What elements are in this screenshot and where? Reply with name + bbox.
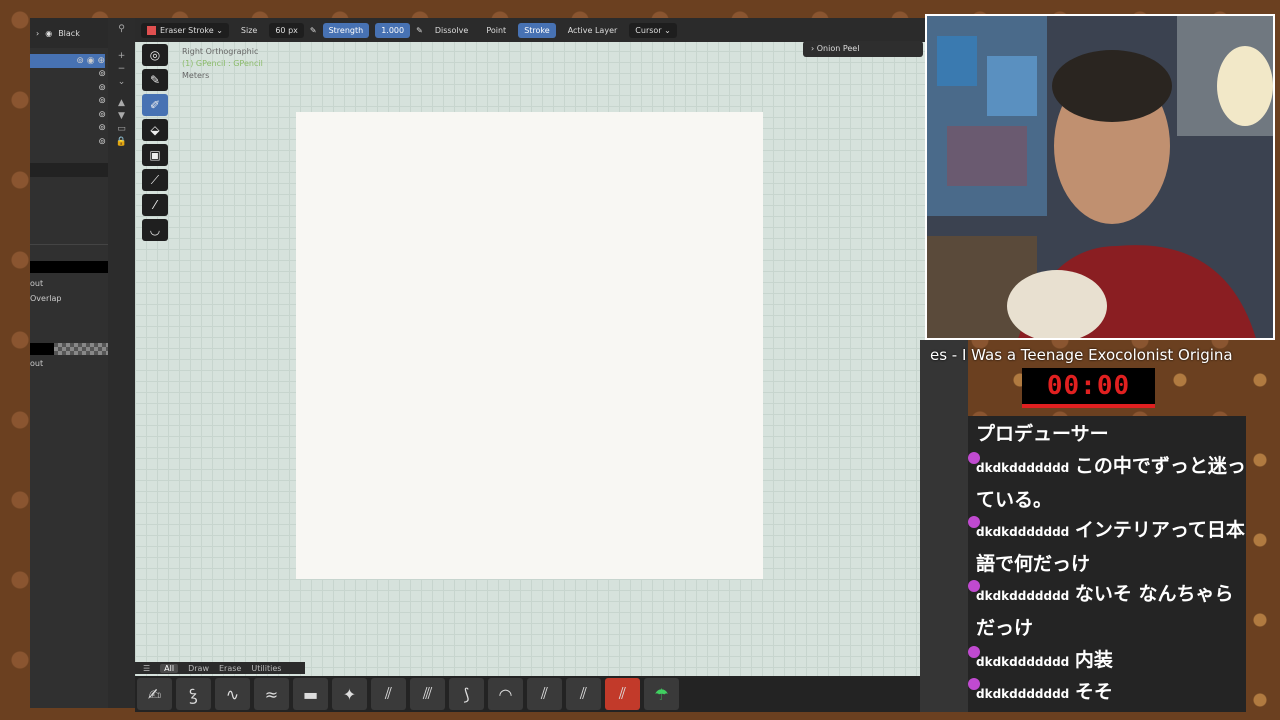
drawing-canvas[interactable] — [296, 112, 763, 579]
brush-asset-tabs: ☰ All Draw Erase Utilities — [135, 662, 305, 674]
strength-field[interactable]: 1.000 — [375, 22, 411, 38]
brush-thumbnail[interactable]: ≈ — [254, 678, 289, 710]
size-label: Size — [240, 25, 258, 35]
eyedropper-icon[interactable]: ⁄ — [142, 194, 168, 216]
brush-thumbnail[interactable]: ▬ — [293, 678, 328, 710]
add-icon[interactable]: + — [118, 51, 126, 61]
brush-thumbnail[interactable]: ⟆ — [449, 678, 484, 710]
pin-icon[interactable]: ⚲ — [118, 24, 125, 34]
brush-thumbnail[interactable]: ⫽ — [566, 678, 601, 710]
webcam-image — [927, 16, 1273, 338]
stroke-option[interactable]: Stroke — [518, 22, 556, 38]
brush-thumbnail-eraser[interactable]: ⫽ — [605, 678, 640, 710]
chat-text: そそ — [1074, 681, 1113, 703]
chat-username: dkdkddddddd — [976, 655, 1070, 669]
point-option[interactable]: Point — [480, 23, 512, 38]
size-field[interactable]: 60 px — [269, 22, 304, 38]
outliner-side-controls: ⚲ + − ⌄ ▲ ▼ ▭ 🔒 — [108, 18, 135, 708]
tab-utilities[interactable]: Utilities — [251, 664, 281, 673]
tool-dropdown[interactable]: Eraser Stroke ⌄ — [141, 22, 229, 38]
chat-username: dkdkddddddd — [976, 525, 1070, 539]
menu-icon[interactable]: ☰ — [143, 664, 150, 673]
toolbar: ◎ ✎ ✐ ⬙ ▣ ⟋ ⁄ ◡ — [142, 44, 170, 241]
brush-thumbnail[interactable]: ⫻ — [410, 678, 445, 710]
curve-tool-icon[interactable]: ◡ — [142, 219, 168, 241]
object-name: (1) GPencil : GPencil — [182, 59, 263, 68]
erase-tool-icon[interactable]: ✐ — [142, 94, 168, 116]
overlay-strip — [920, 340, 968, 712]
view-name: Right Orthographic — [182, 47, 259, 56]
viewport-info: Right Orthographic (1) GPencil : GPencil… — [182, 46, 263, 82]
pen-pressure-icon[interactable]: ✎ — [310, 26, 317, 35]
move-up-icon[interactable]: ▲ — [118, 98, 125, 108]
webcam-feed — [925, 14, 1275, 340]
tool-settings-header: Eraser Stroke ⌄ Size 60 px ✎ Strength 1.… — [135, 18, 925, 42]
globe-icon: ◉ — [45, 28, 53, 38]
brush-thumbnail[interactable]: ✦ — [332, 678, 367, 710]
user-badge-icon — [968, 580, 980, 592]
strength-label[interactable]: Strength — [322, 22, 370, 38]
box-tool-icon[interactable]: ▣ — [142, 144, 168, 166]
eraser-icon — [147, 25, 156, 35]
tab-all[interactable]: All — [160, 663, 179, 673]
chat-panel: プロデューサー dkdkddddddd この中でずっと迷っている。 dkdkdd… — [968, 416, 1246, 712]
user-badge-icon — [968, 452, 980, 464]
brush-thumbnail[interactable]: ✍ — [137, 678, 172, 710]
layer-row[interactable]: ⊚ ◉ ⊕ — [30, 54, 105, 68]
lock-icon[interactable]: 🔒 — [116, 137, 127, 147]
chat-username: dkdkddddddd — [976, 461, 1070, 475]
brush-thumbnail[interactable]: ∿ — [215, 678, 250, 710]
pen-pressure-icon[interactable]: ✎ — [416, 26, 423, 35]
tab-erase[interactable]: Erase — [219, 664, 241, 673]
brush-asset-shelf: ✍ ꝣ ∿ ≈ ▬ ✦ ⫽ ⫻ ⟆ ◠ ⫽ ⫽ ⫽ ☂ — [135, 676, 925, 712]
cursor-dropdown[interactable]: Cursor ⌄ — [629, 22, 677, 38]
active-layer-toggle[interactable]: Active Layer — [562, 23, 624, 38]
chat-message: dkdkddddddd この中でずっと迷っている。 — [968, 450, 1246, 517]
brush-thumbnail[interactable]: ◠ — [488, 678, 523, 710]
units-label: Meters — [182, 71, 210, 80]
dissolve-option[interactable]: Dissolve — [429, 23, 475, 38]
draw-tool-icon[interactable]: ✎ — [142, 69, 168, 91]
chat-message: プロデューサー — [976, 418, 1246, 451]
brush-thumbnail[interactable]: ☂ — [644, 678, 679, 710]
tint-tool-icon[interactable]: ⟋ — [142, 169, 168, 191]
chat-text: プロデューサー — [976, 423, 1109, 445]
cursor-tool-icon[interactable]: ◎ — [142, 44, 168, 66]
user-badge-icon — [968, 646, 980, 658]
fill-tool-icon[interactable]: ⬙ — [142, 119, 168, 141]
onion-peel-panel[interactable]: › Onion Peel — [803, 41, 923, 57]
user-badge-icon — [968, 516, 980, 528]
outliner-title: Black — [58, 28, 80, 38]
brush-thumbnail[interactable]: ꝣ — [176, 678, 211, 710]
now-playing-ticker: es - I Was a Teenage Exocolonist Origina — [930, 346, 1233, 364]
brush-thumbnail[interactable]: ⫽ — [371, 678, 406, 710]
mask-icon[interactable]: ▭ — [117, 124, 126, 134]
tab-draw[interactable]: Draw — [188, 664, 209, 673]
brush-thumbnail[interactable]: ⫽ — [527, 678, 562, 710]
chat-message: dkdkddddddd ないそ なんちゃらだっけ — [968, 578, 1246, 645]
stream-timer: 00:00 — [1022, 368, 1155, 408]
chat-message: dkdkddddddd そそ — [968, 676, 1246, 710]
chat-username: dkdkddddddd — [976, 589, 1070, 603]
chat-username: dkdkddddddd — [976, 687, 1070, 701]
remove-icon[interactable]: − — [118, 64, 126, 74]
chevron-down-icon[interactable]: ⌄ — [118, 77, 126, 87]
chat-message: dkdkddddddd 内装 — [968, 644, 1246, 678]
chevron-right-icon[interactable]: › — [36, 29, 39, 38]
move-down-icon[interactable]: ▼ — [118, 111, 125, 121]
chat-text: 内装 — [1074, 649, 1113, 671]
chat-message: dkdkddddddd インテリアって日本語で何だっけ — [968, 514, 1246, 581]
user-badge-icon — [968, 678, 980, 690]
